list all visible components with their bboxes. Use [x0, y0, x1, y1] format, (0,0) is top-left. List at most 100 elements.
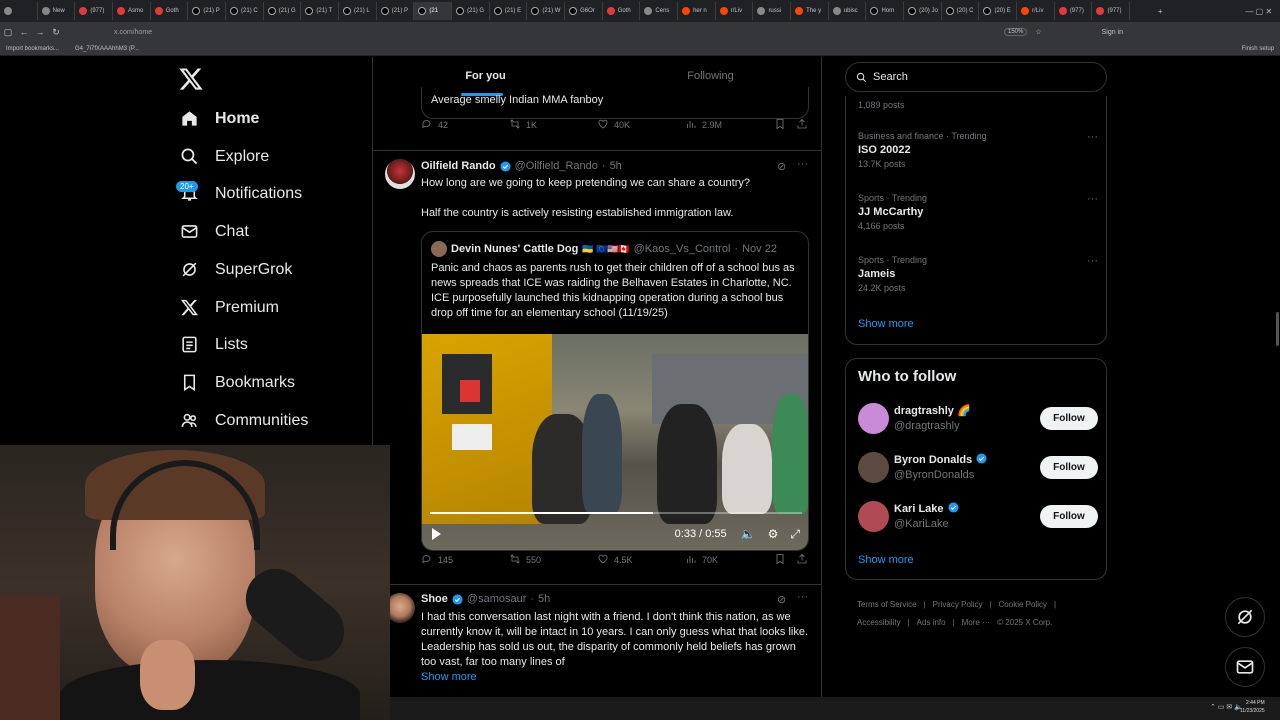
browser-tab[interactable]: (21) L	[339, 2, 377, 20]
video-scrubber[interactable]	[430, 512, 802, 514]
account-handle[interactable]: @ByronDonalds	[894, 469, 974, 481]
star-icon[interactable]: ☆	[1035, 28, 1041, 36]
more-icon[interactable]: ···	[797, 591, 808, 603]
browser-tab[interactable]: Cens	[640, 2, 679, 20]
repost-button[interactable]: 550	[509, 553, 541, 567]
settings-icon[interactable]: ⚙	[768, 527, 779, 541]
like-button[interactable]: 4.5K	[597, 553, 633, 567]
browser-tab[interactable]: (977)	[75, 2, 114, 20]
nav-item-premium[interactable]: Premium	[180, 298, 279, 317]
follow-suggestion[interactable]: Kari Lake @KariLake Follow	[858, 500, 1098, 534]
account-handle[interactable]: @KariLake	[894, 518, 949, 530]
like-button[interactable]: 40K	[597, 118, 630, 132]
grok-fab[interactable]	[1225, 597, 1265, 637]
browser-tab[interactable]: (21) T	[301, 2, 340, 20]
reply-button[interactable]: 42	[421, 118, 448, 132]
footer-link[interactable]: Cookie Policy	[999, 600, 1047, 609]
address-bar[interactable]: x.com/home	[114, 29, 974, 36]
messages-fab[interactable]	[1225, 647, 1265, 687]
browser-tab[interactable]: (21) E	[490, 2, 528, 20]
trend-item[interactable]: Business and finance · Trending ISO 20022…	[858, 131, 1098, 169]
bookmark-button[interactable]	[774, 553, 786, 567]
trend-item[interactable]: Sports · Trending JJ McCarthy 4,166 posts ·…	[858, 193, 1098, 231]
nav-item-lists[interactable]: Lists	[180, 335, 248, 354]
browser-tab[interactable]: (21) W	[527, 2, 566, 20]
author-name[interactable]: Oilfield Rando	[421, 160, 496, 172]
browser-tab[interactable]: (21) G	[452, 2, 490, 20]
nav-item-notifications[interactable]: Notifications	[180, 184, 302, 203]
nav-item-supergrok[interactable]: SuperGrok	[180, 260, 292, 279]
share-button[interactable]	[796, 118, 808, 132]
bookmark-item[interactable]: G4_7i7fXAAAhhM3 (P...	[75, 46, 139, 52]
footer-link[interactable]: Privacy Policy	[933, 600, 983, 609]
author-name[interactable]: Shoe	[421, 593, 448, 605]
post-time[interactable]: 5h	[538, 593, 550, 605]
window-controls[interactable]: — ▢ ✕	[1190, 7, 1280, 16]
account-name[interactable]: Kari Lake	[894, 503, 944, 515]
browser-tab[interactable]: r/Liv	[716, 2, 754, 20]
footer-link[interactable]: Ads info	[917, 618, 946, 627]
browser-tab[interactable]: (20) E	[979, 2, 1018, 20]
browser-tab[interactable]: (21) P	[377, 2, 415, 20]
browser-tab[interactable]: G6Or	[565, 2, 603, 20]
fullscreen-icon[interactable]: ⤢	[790, 527, 800, 542]
who-to-follow-show-more[interactable]: Show more	[858, 554, 914, 566]
more-icon[interactable]: ···	[1087, 131, 1098, 143]
views-button[interactable]: 2.9M	[685, 118, 722, 132]
browser-tab[interactable]: (977)	[1055, 2, 1093, 20]
views-button[interactable]: 70K	[685, 553, 718, 567]
account-handle[interactable]: @dragtrashly	[894, 420, 960, 432]
volume-icon[interactable]: 🔈	[741, 527, 756, 541]
browser-tab[interactable]: russi	[753, 2, 792, 20]
browser-tab[interactable]: her n	[678, 2, 716, 20]
browser-tab[interactable]: Goth	[151, 2, 189, 20]
back-icon[interactable]: ←	[16, 27, 32, 37]
avatar[interactable]	[858, 403, 889, 434]
browser-tab[interactable]: ubisc	[829, 2, 867, 20]
repost-button[interactable]: 1K	[509, 118, 537, 132]
grok-icon[interactable]: ⊘	[777, 160, 786, 173]
browser-tab[interactable]: Hom	[866, 2, 905, 20]
footer-link[interactable]: Terms of Service	[857, 600, 917, 609]
page-scrollbar[interactable]	[1276, 312, 1279, 346]
reload-icon[interactable]: ↻	[48, 27, 64, 38]
show-more-link[interactable]: Show more	[421, 670, 811, 685]
nav-item-chat[interactable]: Chat	[180, 222, 249, 241]
browser-tab[interactable]: (20) Jo	[904, 2, 942, 20]
browser-tab[interactable]: (21	[414, 2, 453, 20]
tray-icons[interactable]: ⌃ ▭ ✉ 🔈	[1210, 703, 1243, 711]
browser-tab[interactable]: The y	[791, 2, 829, 20]
trend-item[interactable]: Sports · Trending Jameis 24.2K posts ···	[858, 255, 1098, 293]
footer-link[interactable]: © 2025 X Corp.	[997, 618, 1052, 627]
browser-tab[interactable]: New	[38, 2, 76, 20]
bookmark-button[interactable]	[774, 118, 786, 132]
avatar[interactable]	[858, 452, 889, 483]
nav-item-explore[interactable]: Explore	[180, 147, 269, 166]
more-icon[interactable]: ···	[797, 158, 808, 170]
follow-button[interactable]: Follow	[1040, 407, 1098, 430]
account-name[interactable]: dragtrashly 🌈	[894, 404, 971, 417]
avatar[interactable]	[858, 501, 889, 532]
grok-icon[interactable]: ⊘	[777, 593, 786, 606]
forward-icon[interactable]: →	[32, 27, 48, 37]
bookmark-item[interactable]: Import bookmarks...	[6, 46, 59, 52]
video-player[interactable]: 0:33 / 0:55 🔈 ⚙ ⤢	[422, 334, 808, 550]
follow-button[interactable]: Follow	[1040, 456, 1098, 479]
zoom-indicator[interactable]: 150%	[1004, 28, 1028, 36]
footer-link[interactable]: Accessibility	[857, 618, 901, 627]
more-icon[interactable]: ···	[1087, 193, 1098, 205]
browser-tab[interactable]: (21) G	[264, 2, 302, 20]
x-logo-icon[interactable]	[178, 66, 204, 92]
browser-tab[interactable]	[0, 2, 38, 20]
account-name[interactable]: Byron Donalds	[894, 454, 972, 466]
nav-item-bookmarks[interactable]: Bookmarks	[180, 373, 295, 392]
clock-date[interactable]: 11/23/2025	[1240, 708, 1265, 714]
follow-suggestion[interactable]: dragtrashly 🌈 @dragtrashly Follow	[858, 402, 1098, 436]
share-button[interactable]	[796, 553, 808, 567]
author-handle[interactable]: @samosaur	[467, 593, 526, 605]
author-handle[interactable]: @Oilfield_Rando	[515, 160, 598, 172]
nav-item-communities[interactable]: Communities	[180, 411, 308, 430]
browser-tab[interactable]: (20) C	[942, 2, 980, 20]
browser-tab[interactable]: (21) P	[188, 2, 227, 20]
browser-tab[interactable]: (977)	[1092, 2, 1131, 20]
